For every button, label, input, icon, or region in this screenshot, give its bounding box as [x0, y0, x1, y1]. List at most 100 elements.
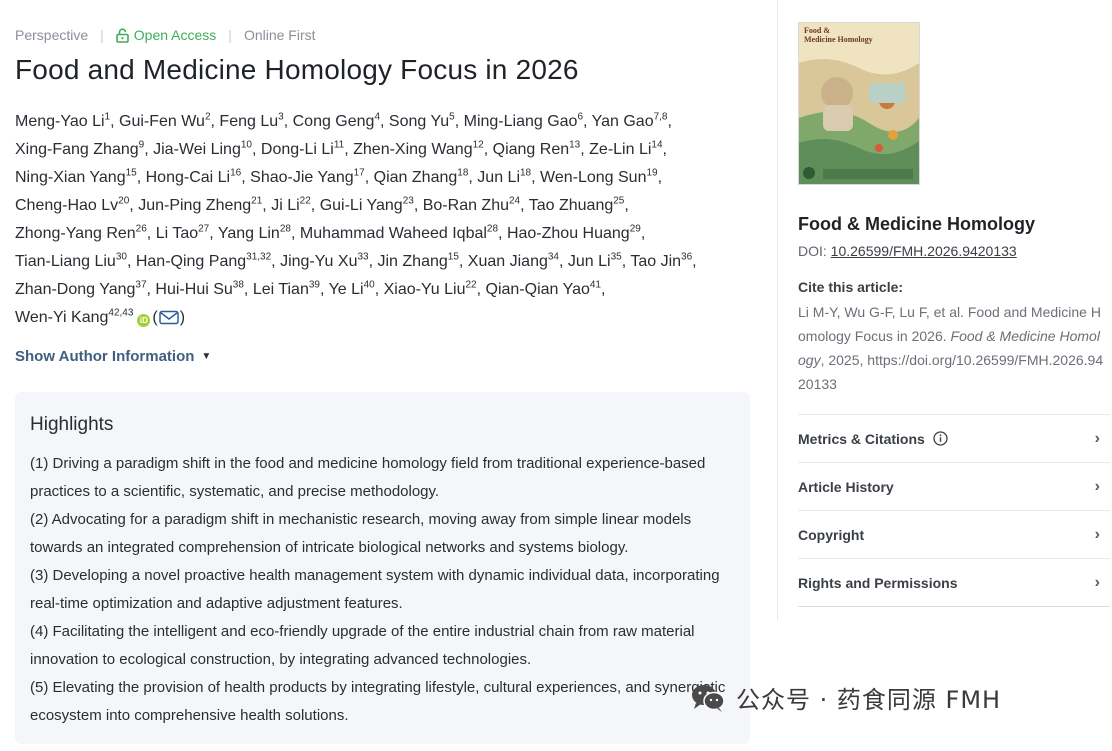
author-name-text: Ning-Xian Yang [15, 169, 126, 186]
author-name-text: Han-Qing Pang [135, 253, 247, 270]
author-affiliation-sup: 12 [472, 139, 484, 151]
author-name[interactable]: Wen-Yi Kang42,43iD() [15, 307, 185, 327]
author-name-text: Jun Li [477, 169, 520, 186]
author-name[interactable]: Dong-Li Li11, [261, 140, 349, 158]
author-name[interactable]: Zhen-Xing Wang12, [353, 139, 488, 158]
column-divider [777, 0, 778, 620]
author-name[interactable]: Tao Jin36, [630, 251, 696, 270]
author-name[interactable]: Shao-Jie Yang17, [250, 167, 369, 186]
highlight-item: (5) Elevating the provision of health pr… [30, 679, 726, 724]
author-name[interactable]: Qiang Ren13, [493, 139, 585, 158]
author-name[interactable]: Xiao-Yu Liu22, [384, 280, 481, 298]
accordion-metrics-citations[interactable]: Metrics & Citations › [798, 415, 1110, 463]
author-affiliation-sup: 25 [613, 195, 625, 207]
author-name[interactable]: Tao Zhuang25, [528, 195, 629, 214]
author-affiliation-sup: 13 [569, 139, 581, 151]
author-name[interactable]: Hao-Zhou Huang29, [507, 224, 645, 242]
author-name[interactable]: Ze-Lin Li14, [589, 140, 667, 158]
author-name[interactable]: Feng Lu3, [219, 112, 288, 130]
highlights-heading: Highlights [30, 414, 114, 435]
author-affiliation-sup: 24 [509, 195, 521, 207]
author-name[interactable]: Cheng-Hao Lv20, [15, 196, 134, 214]
author-name-text: Song Yu [388, 113, 450, 130]
author-name[interactable]: Jin Zhang15, [377, 251, 464, 270]
doi-link[interactable]: 10.26599/FMH.2026.9420133 [831, 243, 1017, 259]
author-name[interactable]: Jia-Wei Ling10, [153, 139, 256, 158]
author-name[interactable]: Zhan-Dong Yang37, [15, 279, 151, 298]
author-name[interactable]: Gui-Li Yang23, [320, 196, 419, 214]
author-name[interactable]: Qian Zhang18, [374, 168, 473, 186]
sidebar-accordion: Metrics & Citations › Article History › … [798, 414, 1110, 607]
journal-name: Food & Medicine Homology [798, 214, 1035, 234]
author-name[interactable]: Qian-Qian Yao41, [486, 279, 606, 298]
show-author-info-toggle[interactable]: Show Author Information ▼ [15, 348, 755, 365]
author-affiliation-sup: 40 [363, 279, 375, 291]
author-name-text: Jia-Wei Ling [153, 141, 241, 158]
author-name[interactable]: Tian-Liang Liu30, [15, 252, 131, 270]
author-name[interactable]: Gui-Fen Wu2, [119, 111, 215, 130]
author-affiliation-sup: 7,8 [653, 111, 668, 123]
accordion-article-history[interactable]: Article History › [798, 463, 1110, 511]
author-name[interactable]: Meng-Yao Li1, [15, 111, 115, 130]
chevron-right-icon: › [1094, 429, 1100, 447]
author-affiliation-sup: 1 [104, 111, 111, 123]
watermark-text: 公众号 · 药食同源 FMH [736, 686, 1002, 714]
accordion-label: Article History [798, 478, 894, 495]
author-affiliation-sup: 22 [299, 195, 311, 207]
author-name[interactable]: Jun Li35, [568, 251, 626, 270]
author-affiliation-sup: 34 [547, 251, 559, 263]
highlights-list: (1) Driving a paradigm shift in the food… [30, 450, 740, 730]
author-affiliation-sup: 10 [240, 139, 252, 151]
author-name[interactable]: Jun-Ping Zheng21, [138, 196, 267, 214]
author-name[interactable]: Li Tao27, [156, 224, 214, 242]
author-name[interactable]: Hui-Hui Su38, [155, 280, 248, 298]
author-name[interactable]: Wen-Long Sun19, [540, 168, 662, 186]
author-name[interactable]: Xing-Fang Zhang9, [15, 140, 149, 158]
author-affiliation-sup: 26 [135, 223, 147, 235]
accordion-copyright[interactable]: Copyright › [798, 511, 1110, 559]
author-name[interactable]: Bo-Ran Zhu24, [423, 195, 525, 214]
author-name[interactable]: Ji Li22, [271, 195, 315, 214]
author-affiliation-sup: 37 [135, 279, 147, 291]
author-affiliation-sup: 17 [353, 167, 365, 179]
highlight-item: (1) Driving a paradigm shift in the food… [30, 455, 706, 500]
article-meta: Perspective | Open Access | Online First [15, 24, 755, 46]
open-access-label: Open Access [133, 27, 217, 43]
author-name-text: Meng-Yao Li [15, 113, 105, 130]
author-name[interactable]: Ye Li40, [329, 279, 380, 298]
author-name[interactable]: Jun Li18, [477, 167, 535, 186]
accordion-rights-permissions[interactable]: Rights and Permissions › [798, 559, 1110, 607]
author-name[interactable]: Yan Gao7,8, [592, 111, 672, 130]
author-name[interactable]: Lei Tian39, [253, 279, 325, 298]
author-affiliation-sup: 15 [447, 251, 459, 263]
author-affiliation-sup: 35 [610, 251, 622, 263]
author-affiliation-sup: 42,43 [108, 307, 134, 319]
author-name[interactable]: Zhong-Yang Ren26, [15, 223, 151, 242]
author-name[interactable]: Han-Qing Pang31,32, [135, 252, 276, 270]
author-name[interactable]: Yang Lin28, [218, 223, 296, 242]
author-affiliation-sup: 18 [520, 167, 532, 179]
author-affiliation-sup: 36 [681, 251, 693, 263]
author-name[interactable]: Ning-Xian Yang15, [15, 168, 141, 186]
info-icon[interactable] [933, 431, 948, 446]
author-name-text: Ming-Liang Gao [463, 113, 578, 130]
author-name[interactable]: Xuan Jiang34, [467, 251, 564, 270]
author-name[interactable]: Cong Geng4, [293, 112, 385, 130]
author-name[interactable]: Muhammad Waheed Iqbal28, [300, 224, 503, 242]
author-name-text: Xuan Jiang [467, 253, 548, 270]
author-name[interactable]: Hong-Cai Li16, [146, 168, 246, 186]
author-affiliation-sup: 28 [279, 223, 291, 235]
author-affiliation-sup: 41 [589, 279, 601, 291]
doi-row: DOI: 10.26599/FMH.2026.9420133 [798, 243, 1110, 259]
author-name[interactable]: Ming-Liang Gao6, [463, 112, 588, 130]
author-affiliation-sup: 2 [204, 111, 211, 123]
journal-cover-image[interactable]: Food & Medicine Homology [798, 22, 920, 185]
author-name-text: Shao-Jie Yang [250, 169, 354, 186]
author-name-text: Jin Zhang [377, 253, 448, 270]
email-icon[interactable] [159, 310, 179, 325]
author-name[interactable]: Song Yu5, [388, 112, 459, 130]
author-affiliation-sup: 39 [308, 279, 320, 291]
orcid-icon[interactable]: iD [137, 314, 151, 327]
author-name-text: Tao Zhuang [528, 197, 614, 214]
author-name[interactable]: Jing-Yu Xu33, [280, 252, 373, 270]
